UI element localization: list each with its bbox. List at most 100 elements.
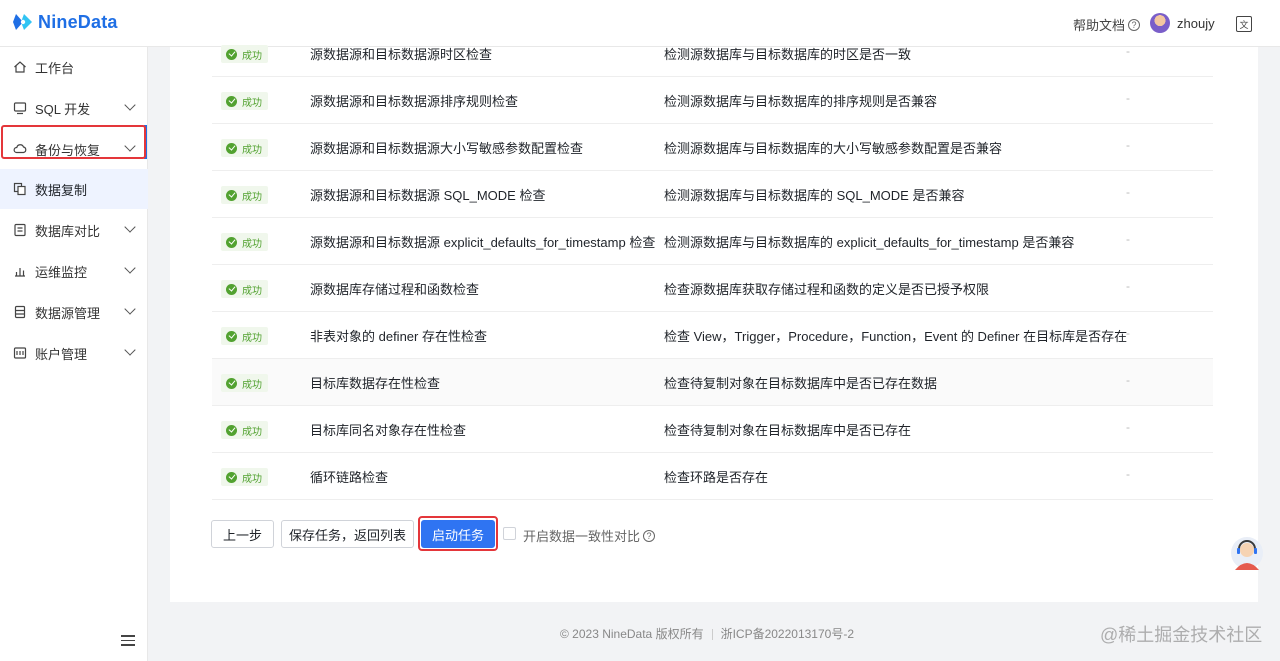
prev-step-button[interactable]: 上一步 (211, 520, 274, 548)
translate-icon[interactable]: 文 (1236, 16, 1252, 32)
status-badge: 成功 (221, 374, 268, 392)
cloud-icon (13, 144, 27, 154)
brand-name: NineData (38, 11, 118, 32)
check-name: 源数据源和目标数据源大小写敏感参数配置检查 (310, 141, 584, 156)
check-circle-icon (226, 330, 237, 342)
scrollbar[interactable] (1272, 47, 1280, 661)
sidebar-item-account[interactable]: 账户管理 (0, 333, 148, 373)
copy-icon (13, 182, 26, 196)
check-desc: 检查 View，Trigger，Procedure，Function，Event… (664, 329, 1128, 344)
logo[interactable]: NineData (12, 11, 118, 33)
table-row: 成功 源数据源和目标数据源排序规则检查 检测源数据库与目标数据库的排序规则是否兼… (212, 77, 1213, 124)
check-circle-icon (226, 377, 237, 389)
check-extra: - (1126, 185, 1130, 199)
monitor-chart-icon (15, 268, 25, 277)
status-badge: 成功 (221, 233, 268, 251)
collapse-menu-icon[interactable] (121, 635, 135, 647)
copyright-text: © 2023 NineData 版权所有 (560, 627, 704, 641)
table-row: 成功 源数据源和目标数据源时区检查 检测源数据库与目标数据库的时区是否一致 - (212, 30, 1213, 77)
check-extra: - (1126, 373, 1130, 387)
status-badge: 成功 (221, 45, 268, 63)
status-badge: 成功 (221, 186, 268, 204)
check-extra: - (1126, 232, 1130, 246)
check-circle-icon (226, 48, 237, 60)
active-indicator (144, 125, 147, 159)
home-icon (14, 61, 26, 73)
sidebar-item-ops-monitor[interactable]: 运维监控 (0, 251, 148, 291)
check-name: 非表对象的 definer 存在性检查 (310, 329, 487, 344)
check-desc: 检查环路是否存在 (664, 470, 769, 485)
sidebar-item-backup[interactable]: 备份与恢复 (0, 129, 148, 169)
monitor-icon (13, 102, 27, 115)
chevron-down-icon (124, 221, 136, 233)
check-extra: - (1126, 44, 1130, 58)
check-desc: 检测源数据库与目标数据库的 explicit_defaults_for_time… (664, 235, 1075, 250)
check-extra: - (1126, 279, 1130, 293)
table-row: 成功 源数据源和目标数据源大小写敏感参数配置检查 检测源数据库与目标数据库的大小… (212, 124, 1213, 171)
table-row: 成功 目标库数据存在性检查 检查待复制对象在目标数据库中是否已存在数据 - (212, 359, 1213, 406)
ninedata-logo-icon (13, 14, 32, 30)
check-name: 源数据源和目标数据源排序规则检查 (310, 94, 519, 109)
consistency-checkbox[interactable] (503, 527, 516, 540)
sidebar-item-data-replication[interactable]: 数据复制 (0, 169, 148, 209)
sidebar-item-label: 工作台 (35, 60, 75, 76)
check-circle-icon (226, 283, 237, 295)
consistency-label[interactable]: 开启数据一致性对比 ? (523, 526, 656, 545)
check-circle-icon (226, 424, 237, 436)
check-extra: - (1126, 91, 1130, 105)
chevron-down-icon (124, 99, 136, 111)
sidebar-item-workbench[interactable]: 工作台 (0, 47, 148, 87)
icp-link[interactable]: 浙ICP备2022013170号-2 (721, 627, 854, 641)
question-icon[interactable]: ? (643, 529, 656, 542)
highlight-box (418, 516, 498, 551)
sidebar-item-label: SQL 开发 (35, 101, 91, 117)
status-badge: 成功 (221, 139, 268, 157)
check-extra: - (1126, 420, 1130, 434)
sidebar-item-datasource[interactable]: 数据源管理 (0, 292, 148, 332)
sidebar-item-sql-dev[interactable]: SQL 开发 (0, 88, 148, 128)
sidebar-item-label: 数据库对比 (35, 223, 101, 239)
status-badge: 成功 (221, 92, 268, 110)
check-desc: 检查源数据库获取存储过程和函数的定义是否已授予权限 (664, 282, 990, 297)
database-icon (14, 305, 26, 319)
check-name: 源数据源和目标数据源时区检查 (310, 47, 493, 62)
sidebar-item-label: 运维监控 (35, 264, 88, 280)
account-icon (13, 347, 27, 359)
check-circle-icon (226, 471, 237, 483)
save-return-button[interactable]: 保存任务，返回列表 (281, 520, 414, 548)
check-circle-icon (226, 189, 237, 201)
watermark: @稀土掘金技术社区 (1100, 625, 1263, 645)
sidebar-item-label: 数据源管理 (35, 305, 101, 321)
check-name: 源数据库存储过程和函数检查 (310, 282, 480, 297)
check-extra: - (1126, 467, 1130, 481)
check-name: 目标库数据存在性检查 (310, 376, 441, 391)
sidebar-item-db-compare[interactable]: 数据库对比 (0, 210, 148, 250)
check-name: 源数据源和目标数据源 explicit_defaults_for_timesta… (310, 235, 656, 250)
check-desc: 检测源数据库与目标数据库的时区是否一致 (664, 47, 912, 62)
check-desc: 检查待复制对象在目标数据库中是否已存在数据 (664, 376, 938, 391)
sidebar-item-label: 数据复制 (35, 182, 88, 198)
chevron-down-icon (124, 303, 136, 315)
username[interactable]: zhoujy (1177, 16, 1215, 31)
precheck-card: 成功 源数据源和目标数据源时区检查 检测源数据库与目标数据库的时区是否一致 - … (170, 44, 1258, 602)
check-name: 目标库同名对象存在性检查 (310, 423, 467, 438)
check-circle-icon (226, 95, 237, 107)
sidebar: 工作台 SQL 开发 备份与恢复 数据复制 数据库对比 运维监控 数据源管理 账… (0, 47, 148, 661)
chevron-down-icon (124, 140, 136, 152)
table-row: 成功 源数据库存储过程和函数检查 检查源数据库获取存储过程和函数的定义是否已授予… (212, 265, 1213, 312)
check-desc: 检测源数据库与目标数据库的大小写敏感参数配置是否兼容 (664, 141, 1003, 156)
sidebar-item-label: 账户管理 (35, 346, 88, 362)
table-row: 成功 非表对象的 definer 存在性检查 检查 View，Trigger，P… (212, 312, 1213, 359)
chevron-down-icon (124, 344, 136, 356)
check-circle-icon (226, 142, 237, 154)
sidebar-item-label: 备份与恢复 (35, 142, 101, 158)
status-badge: 成功 (221, 421, 268, 439)
customer-service-icon[interactable] (1230, 536, 1264, 574)
table-row: 成功 源数据源和目标数据源 SQL_MODE 检查 检测源数据库与目标数据库的 … (212, 171, 1213, 218)
check-extra: - (1126, 326, 1130, 340)
footer: © 2023 NineData 版权所有 浙ICP备2022013170号-2 (560, 625, 854, 642)
question-icon: ? (1128, 18, 1141, 31)
status-badge: 成功 (221, 468, 268, 486)
table-row: 成功 循环链路检查 检查环路是否存在 - (212, 453, 1213, 500)
check-name: 源数据源和目标数据源 SQL_MODE 检查 (310, 188, 546, 203)
